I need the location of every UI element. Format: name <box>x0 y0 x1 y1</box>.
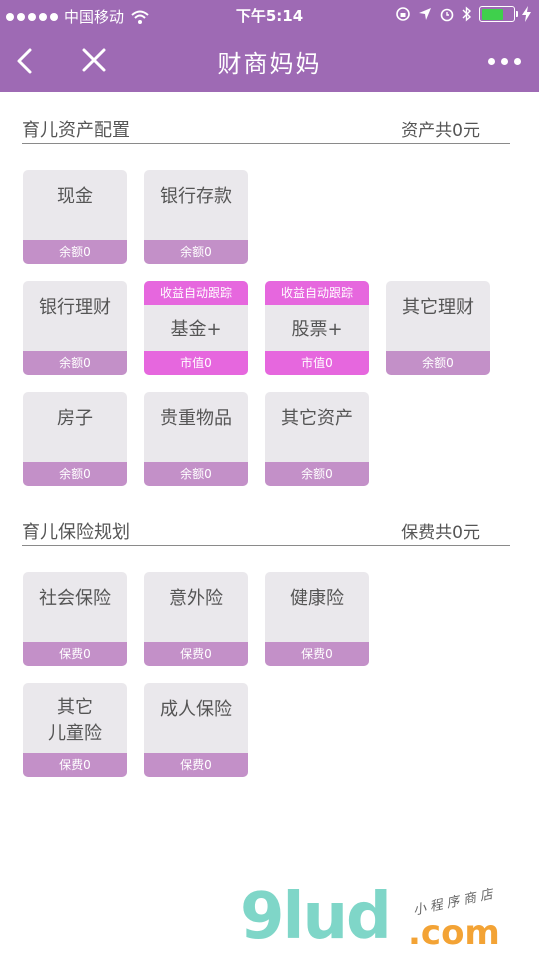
card-balance: 余额0 <box>265 462 369 486</box>
insurance-section-title: 育儿保险规划 <box>22 522 130 543</box>
assets-section-title: 育儿资产配置 <box>22 120 130 141</box>
bluetooth-icon <box>462 6 472 22</box>
status-bar: 中国移动 下午5:14 <box>0 0 539 30</box>
card-title: 贵重物品 <box>160 408 232 429</box>
card-premium: 保费0 <box>265 642 369 666</box>
charging-icon <box>522 6 531 22</box>
card-balance: 余额0 <box>23 462 127 486</box>
card-premium: 保费0 <box>23 753 127 777</box>
asset-card-bank-deposit[interactable]: 银行存款 余额0 <box>144 170 248 264</box>
asset-card-cash[interactable]: 现金 余额0 <box>23 170 127 264</box>
assets-total: 资产共0元 <box>401 121 480 141</box>
watermark-logo-com: .com <box>408 913 500 953</box>
card-market-value: 市值0 <box>144 351 248 375</box>
alarm-icon <box>440 8 454 22</box>
card-title-line2: 儿童险 <box>48 723 102 744</box>
insurance-card-health[interactable]: 健康险 保费0 <box>265 572 369 666</box>
insurance-card-accident[interactable]: 意外险 保费0 <box>144 572 248 666</box>
card-title: 银行理财 <box>39 297 111 318</box>
card-balance: 余额0 <box>144 462 248 486</box>
status-right <box>395 6 531 22</box>
insurance-card-social[interactable]: 社会保险 保费0 <box>23 572 127 666</box>
insurance-total: 保费共0元 <box>401 523 480 543</box>
card-title: 其它 儿童险 <box>23 695 127 747</box>
orientation-lock-icon <box>396 7 410 21</box>
card-title-line1: 其它 <box>57 697 93 718</box>
card-title: 房子 <box>57 408 93 429</box>
more-options-icon[interactable] <box>488 58 521 65</box>
location-icon <box>419 8 431 20</box>
asset-card-valuables[interactable]: 贵重物品 余额0 <box>144 392 248 486</box>
card-title: 其它理财 <box>402 297 474 318</box>
card-title: 现金 <box>57 186 93 207</box>
asset-card-stock[interactable]: 收益自动跟踪 股票+ 市值0 <box>265 281 369 375</box>
card-title: 股票+ <box>291 319 343 340</box>
asset-card-other-assets[interactable]: 其它资产 余额0 <box>265 392 369 486</box>
auto-track-tag: 收益自动跟踪 <box>144 281 248 305</box>
card-title: 基金+ <box>170 319 222 340</box>
auto-track-tag: 收益自动跟踪 <box>265 281 369 305</box>
card-title: 成人保险 <box>160 699 232 720</box>
insurance-section-header: 育儿保险规划 保费共0元 <box>22 516 510 546</box>
battery-icon <box>479 6 518 22</box>
site-watermark: 9lud 小程序商店 .com <box>240 885 539 960</box>
card-premium: 保费0 <box>144 642 248 666</box>
asset-card-fund[interactable]: 收益自动跟踪 基金+ 市值0 <box>144 281 248 375</box>
card-title: 健康险 <box>290 588 344 609</box>
card-premium: 保费0 <box>23 642 127 666</box>
watermark-logo-main: 9lud <box>240 880 392 954</box>
card-balance: 余额0 <box>386 351 490 375</box>
page-title: 财商妈妈 <box>217 50 322 78</box>
card-title: 意外险 <box>169 588 223 609</box>
card-premium: 保费0 <box>144 753 248 777</box>
asset-card-house[interactable]: 房子 余额0 <box>23 392 127 486</box>
navigation-bar: 财商妈妈 <box>0 30 539 92</box>
asset-card-bank-wealth[interactable]: 银行理财 余额0 <box>23 281 127 375</box>
card-title: 银行存款 <box>160 186 232 207</box>
card-balance: 余额0 <box>144 240 248 264</box>
card-title: 其它资产 <box>281 408 353 429</box>
card-market-value: 市值0 <box>265 351 369 375</box>
card-balance: 余额0 <box>23 351 127 375</box>
asset-card-other-wealth[interactable]: 其它理财 余额0 <box>386 281 490 375</box>
assets-section-header: 育儿资产配置 资产共0元 <box>22 114 510 144</box>
card-balance: 余额0 <box>23 240 127 264</box>
card-title: 社会保险 <box>39 588 111 609</box>
insurance-card-adult[interactable]: 成人保险 保费0 <box>144 683 248 777</box>
insurance-card-other-child[interactable]: 其它 儿童险 保费0 <box>23 683 127 777</box>
